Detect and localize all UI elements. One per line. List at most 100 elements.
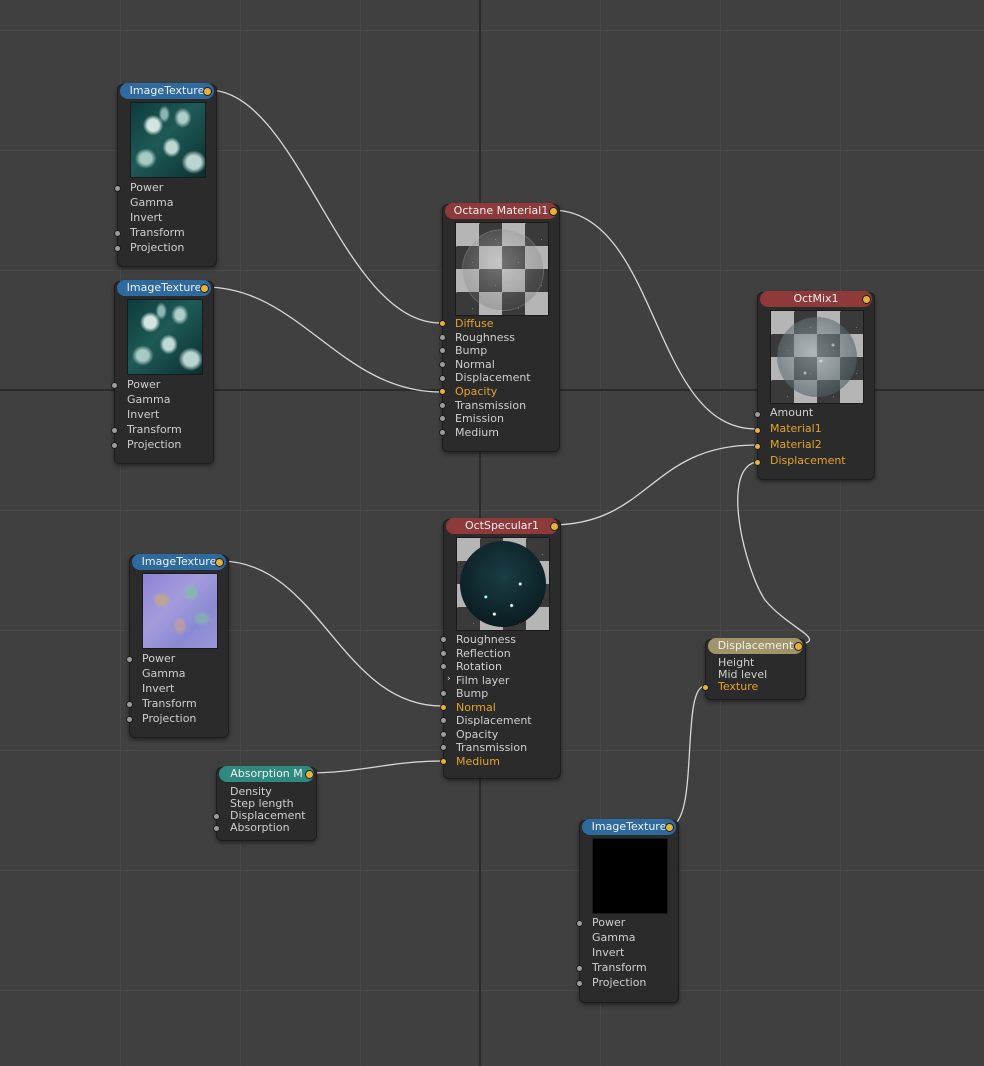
output-port[interactable] [200, 284, 209, 293]
node-title[interactable]: Octane Material1 [445, 203, 557, 219]
port-projection[interactable]: Projection [576, 976, 678, 991]
port-dot[interactable] [576, 920, 583, 927]
port-normal[interactable]: Normal [440, 701, 560, 715]
port-medium[interactable]: Medium [439, 426, 559, 440]
port-dot[interactable] [440, 717, 447, 725]
port-material1[interactable]: Material1 [754, 422, 874, 438]
port-dot[interactable] [754, 458, 761, 466]
node-title[interactable]: Displacement [708, 638, 803, 654]
port-dot[interactable] [440, 757, 447, 765]
port-dot[interactable] [213, 812, 220, 820]
node-title[interactable]: OctSpecular1 [446, 518, 558, 534]
port-projection[interactable]: Projection [114, 241, 216, 256]
port-bump[interactable]: Bump [440, 687, 560, 701]
port-dot[interactable] [439, 320, 446, 328]
port-dot[interactable] [439, 388, 446, 396]
node-title[interactable]: Absorption M [219, 766, 314, 782]
port-dot[interactable] [439, 374, 446, 382]
output-port[interactable] [665, 823, 674, 832]
port-transmission[interactable]: Transmission [439, 399, 559, 413]
port-opacity[interactable]: Opacity [440, 728, 560, 742]
port-roughness[interactable]: Roughness [440, 633, 560, 647]
absorption-medium-node[interactable]: Absorption M Density Step length Displac… [213, 766, 317, 841]
port-dot[interactable] [111, 442, 118, 449]
port-transform[interactable]: Transform [576, 961, 678, 976]
port-dot[interactable] [114, 185, 121, 192]
port-transform[interactable]: Transform [114, 226, 216, 241]
image-texture-node-4[interactable]: ImageTexture Power Gamma Invert Transfor… [576, 819, 679, 1003]
port-dot[interactable] [440, 690, 447, 698]
port-dot[interactable] [440, 703, 447, 711]
port-amount[interactable]: Amount [754, 406, 874, 422]
port-transform[interactable]: Transform [126, 697, 228, 712]
output-port[interactable] [549, 207, 558, 216]
port-dot[interactable] [440, 636, 447, 644]
image-texture-node-3[interactable]: ImageTexture Power Gamma Invert Transfor… [126, 554, 229, 738]
port-displacement[interactable]: Displacement [440, 714, 560, 728]
port-dot[interactable] [440, 663, 447, 671]
port-dot[interactable] [702, 683, 709, 691]
port-dot[interactable] [213, 824, 220, 832]
node-title[interactable]: ImageTexture [117, 280, 211, 296]
oct-specular-node[interactable]: OctSpecular1 Roughness Reflection Rotati… [440, 518, 561, 779]
output-port[interactable] [305, 770, 314, 779]
port-power[interactable]: Power [111, 378, 213, 393]
port-dot[interactable] [576, 980, 583, 987]
port-material2[interactable]: Material2 [754, 438, 874, 454]
chevron-right-icon[interactable]: › [447, 674, 451, 684]
port-dot[interactable] [754, 426, 761, 434]
octane-material-node[interactable]: Octane Material1 Diffuse Roughness Bump … [439, 203, 560, 452]
port-dot[interactable] [439, 415, 446, 423]
port-dot[interactable] [754, 410, 761, 418]
output-port[interactable] [203, 87, 212, 96]
oct-mix-node[interactable]: OctMix1 Amount Material1 Material2 Displ… [754, 291, 875, 480]
port-medium[interactable]: Medium [440, 755, 560, 769]
port-dot[interactable] [576, 965, 583, 972]
port-roughness[interactable]: Roughness [439, 331, 559, 345]
port-dot[interactable] [126, 716, 133, 723]
port-dot[interactable] [440, 649, 447, 657]
port-emission[interactable]: Emission [439, 412, 559, 426]
node-title[interactable]: ImageTexture [132, 554, 226, 570]
port-transmission[interactable]: Transmission [440, 741, 560, 755]
port-displacement[interactable]: Displacement [754, 454, 874, 470]
port-absorption[interactable]: Absorption [213, 822, 316, 834]
port-dot[interactable] [114, 230, 121, 237]
port-projection[interactable]: Projection [126, 712, 228, 727]
port-film-layer[interactable]: › Film layer [444, 674, 560, 688]
port-opacity[interactable]: Opacity [439, 385, 559, 399]
port-dot[interactable] [126, 701, 133, 708]
port-bump[interactable]: Bump [439, 344, 559, 358]
port-dot[interactable] [439, 401, 446, 409]
port-power[interactable]: Power [576, 916, 678, 931]
port-projection[interactable]: Projection [111, 438, 213, 453]
port-dot[interactable] [111, 382, 118, 389]
port-dot[interactable] [114, 245, 121, 252]
port-dot[interactable] [439, 333, 446, 341]
output-port[interactable] [550, 522, 559, 531]
node-title[interactable]: OctMix1 [760, 291, 872, 307]
port-power[interactable]: Power [126, 652, 228, 667]
port-dot[interactable] [440, 744, 447, 752]
output-port[interactable] [794, 642, 803, 651]
displacement-node[interactable]: Displacement Height Mid level Texture [702, 638, 806, 700]
port-dot[interactable] [754, 442, 761, 450]
node-title[interactable]: ImageTexture [582, 819, 676, 835]
output-port[interactable] [862, 295, 871, 304]
port-power[interactable]: Power [114, 181, 216, 196]
port-dot[interactable] [111, 427, 118, 434]
port-dot[interactable] [439, 347, 446, 355]
port-dot[interactable] [126, 656, 133, 663]
image-texture-node-2[interactable]: ImageTexture Power Gamma Invert Transfor… [111, 280, 214, 464]
port-dot[interactable] [439, 429, 446, 437]
port-diffuse[interactable]: Diffuse [439, 317, 559, 331]
port-normal[interactable]: Normal [439, 358, 559, 372]
port-dot[interactable] [439, 361, 446, 369]
port-dot[interactable] [440, 730, 447, 738]
port-transform[interactable]: Transform [111, 423, 213, 438]
port-rotation[interactable]: Rotation [440, 660, 560, 674]
port-displacement[interactable]: Displacement [439, 371, 559, 385]
port-texture[interactable]: Texture [702, 681, 805, 693]
node-title[interactable]: ImageTexture [120, 83, 214, 99]
output-port[interactable] [215, 558, 224, 567]
